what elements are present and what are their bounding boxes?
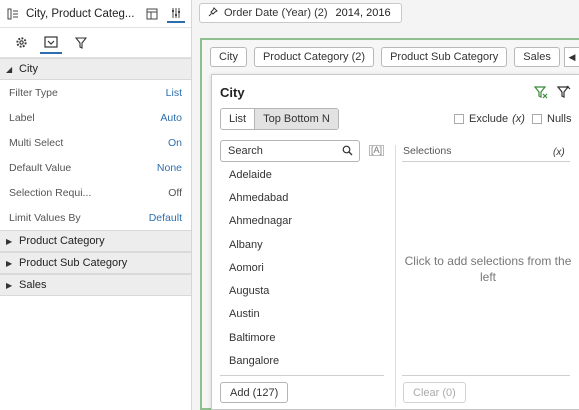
order-date-filter-pill[interactable]: Order Date (Year) (2) 2014, 2016 [199,3,402,23]
prop-value[interactable]: Default [149,212,182,224]
top-bottom-n-toggle-button[interactable]: Top Bottom N [254,109,338,129]
pin-icon[interactable] [208,6,218,20]
prop-value[interactable]: None [157,162,182,174]
section-label: Product Category [19,235,105,247]
caret-right-icon: ▶ [6,236,13,246]
selections-header: Selections [403,145,452,157]
prop-limit-values[interactable]: Limit Values By Default [0,205,191,230]
selections-exclude-toggle[interactable]: (x) [553,147,565,158]
list-item[interactable]: Adelaide [220,163,384,186]
section-label: Sales [19,279,47,291]
add-button[interactable]: Add (127) [220,382,289,403]
properties-icon[interactable] [167,5,185,23]
caret-down-icon: ◢ [6,64,13,74]
prop-label: Filter Type [9,86,58,99]
city-filter-popup: City List Top Bottom N Exclude (x) Nulls… [211,74,579,410]
prop-label-setting[interactable]: Label Auto [0,105,191,130]
nulls-checkbox[interactable] [532,114,542,124]
prop-value[interactable]: Off [168,187,182,199]
filter-bar-icon [6,7,20,21]
nulls-option[interactable]: Nulls [532,113,571,125]
popup-title: City [220,85,245,100]
section-product-sub-category[interactable]: ▶ Product Sub Category [0,252,191,274]
clear-button[interactable]: Clear (0) [403,382,466,403]
filter-settings-icon[interactable] [533,85,548,102]
clear-filter-icon[interactable] [556,85,571,102]
section-product-category[interactable]: ▶ Product Category [0,230,191,252]
chip-product-sub-category[interactable]: Product Sub Category [381,47,508,67]
panel-tabs [0,28,191,58]
list-item[interactable]: Bangalore [220,349,384,372]
section-label: Product Sub Category [19,257,128,269]
prop-value[interactable]: List [166,87,182,99]
prop-filter-type[interactable]: Filter Type List [0,80,191,105]
chip-sales[interactable]: Sales [514,47,560,67]
panel-header: City, Product Categ... [0,0,191,28]
section-city[interactable]: ◢ City [0,58,191,80]
prop-label: Selection Requi... [9,186,92,199]
value-list: Adelaide Ahmedabad Ahmednagar Albany Aom… [220,163,384,373]
chip-product-category[interactable]: Product Category (2) [253,47,375,67]
prop-label: Label [9,111,35,124]
exclude-label: Exclude [469,113,509,125]
prop-default-value[interactable]: Default Value None [0,155,191,180]
list-item[interactable]: Aomori [220,256,384,279]
search-placeholder: Search [228,145,263,157]
list-item[interactable]: Ahmednagar [220,210,384,233]
panel-title: City, Product Categ... [26,7,135,20]
list-item[interactable]: Austin [220,303,384,326]
filter-type-toggle: List Top Bottom N [220,108,339,130]
list-footer-divider [220,375,384,376]
prop-label: Default Value [9,161,72,174]
prop-value[interactable]: Auto [160,112,182,124]
list-item[interactable]: Albany [220,233,384,256]
search-icon [342,145,353,159]
exclude-x: (x) [512,113,525,125]
caret-right-icon: ▶ [6,258,13,268]
column-divider [395,145,396,407]
funnel-icon[interactable] [70,32,92,54]
gear-icon[interactable] [10,32,32,54]
filter-control-icon[interactable] [40,32,62,54]
layout-icon[interactable] [143,5,161,23]
section-sales[interactable]: ▶ Sales [0,274,191,296]
filter-label: Order Date (Year) (2) [224,7,328,19]
prop-multi-select[interactable]: Multi Select On [0,130,191,155]
selections-divider [402,161,570,162]
properties-panel: City, Product Categ... ◢ City Filter Typ… [0,0,192,410]
list-item[interactable]: Baltimore [220,326,384,349]
filter-bar: Order Date (Year) (2) 2014, 2016 [192,0,579,28]
selections-empty-message: Click to add selections from the left [404,254,572,284]
prop-value[interactable]: On [168,137,182,149]
filter-chips: City Product Category (2) Product Sub Ca… [210,47,567,67]
section-city-label: City [19,63,38,75]
scroll-left-icon[interactable]: ◀ [564,47,579,67]
prop-label: Multi Select [9,136,64,149]
nulls-label: Nulls [547,113,572,125]
caret-right-icon: ▶ [6,280,13,290]
match-case-button[interactable]: [A] [369,145,385,156]
exclude-option[interactable]: Exclude (x) [454,113,525,125]
search-input[interactable]: Search [220,140,360,162]
list-item[interactable]: Ahmedabad [220,186,384,209]
selections-footer-divider [402,375,570,376]
filter-value: 2014, 2016 [335,7,391,19]
list-item[interactable]: Augusta [220,279,384,302]
exclude-checkbox[interactable] [454,114,464,124]
list-toggle-button[interactable]: List [221,109,255,129]
chip-city[interactable]: City [210,47,247,67]
prop-selection-required[interactable]: Selection Requi... Off [0,180,191,205]
prop-label: Limit Values By [9,211,81,224]
